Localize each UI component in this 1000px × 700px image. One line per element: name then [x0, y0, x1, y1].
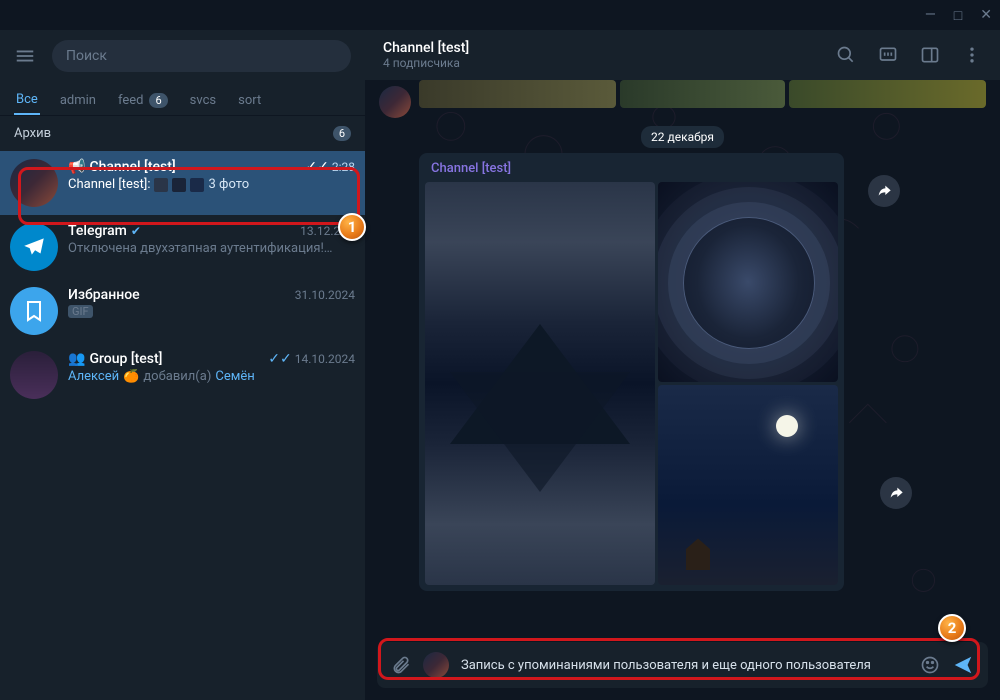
- read-check-icon: ✓✓: [305, 159, 328, 175]
- maximize-button[interactable]: □: [954, 7, 962, 24]
- folder-sort[interactable]: sort: [236, 86, 263, 115]
- minimize-button[interactable]: —: [925, 7, 936, 23]
- thumb-icon: [190, 178, 204, 192]
- input-avatar: [423, 652, 449, 678]
- chat-subtitle: 4 подписчика: [383, 56, 469, 70]
- chat-item-telegram[interactable]: Telegram ✔ 13.12.20… Отключена двухэтапн…: [0, 215, 365, 279]
- avatar: [10, 287, 58, 335]
- close-button[interactable]: ✕: [980, 7, 992, 23]
- folder-svcs[interactable]: svcs: [188, 86, 218, 115]
- message-avatar[interactable]: [379, 86, 411, 118]
- message-input[interactable]: [461, 658, 908, 673]
- chat-item-saved[interactable]: Избранное 31.10.2024 GIF: [0, 279, 365, 343]
- window-titlebar: — □ ✕: [0, 0, 1000, 30]
- share-icon[interactable]: [868, 175, 900, 207]
- search-input[interactable]: Поиск: [52, 40, 351, 72]
- chat-title: Channel [test]: [383, 40, 469, 56]
- folder-feed[interactable]: feed6: [116, 86, 170, 115]
- annotation-marker: 2: [938, 614, 966, 642]
- attach-icon[interactable]: [391, 655, 411, 675]
- folder-tabs: Все admin feed6 svcs sort: [0, 82, 365, 115]
- emoji-icon[interactable]: [920, 655, 940, 675]
- sidepanel-icon[interactable]: [920, 45, 940, 65]
- album-photo[interactable]: [425, 182, 655, 585]
- chat-item-channel[interactable]: 📢Channel [test] ✓✓ 2:28 Channel [test]: …: [0, 151, 365, 215]
- chat-main: Channel [test] 4 подписчика: [365, 30, 1000, 700]
- chat-header: Channel [test] 4 подписчика: [365, 30, 1000, 80]
- message-bubble: Channel [test]: [419, 153, 844, 591]
- avatar: [10, 159, 58, 207]
- read-check-icon: ✓✓: [268, 351, 291, 367]
- chat-list: 📢Channel [test] ✓✓ 2:28 Channel [test]: …: [0, 151, 365, 700]
- album-photo[interactable]: [658, 182, 838, 382]
- chat-item-group[interactable]: 👥 Group [test] ✓✓ 14.10.2024 Алексей 🍊 д…: [0, 343, 365, 407]
- group-icon: 👥: [68, 351, 85, 367]
- comments-icon[interactable]: [878, 45, 898, 65]
- megaphone-icon: 📢: [68, 159, 85, 175]
- sidebar: Поиск Все admin feed6 svcs sort Архив 6 …: [0, 30, 365, 700]
- menu-icon[interactable]: [14, 45, 38, 67]
- verified-icon: ✔: [131, 224, 141, 238]
- avatar: [10, 351, 58, 399]
- thumb-icon: [172, 178, 186, 192]
- date-separator: 22 декабря: [379, 126, 986, 145]
- folder-badge: 6: [149, 93, 167, 108]
- archive-badge: 6: [333, 126, 351, 141]
- thumb-icon: [154, 178, 168, 192]
- prev-album[interactable]: [419, 80, 986, 108]
- archive-row[interactable]: Архив 6: [0, 115, 365, 151]
- message-input-bar: [377, 642, 988, 688]
- chat-header-info[interactable]: Channel [test] 4 подписчика: [383, 40, 469, 70]
- photo-album[interactable]: [425, 182, 838, 585]
- annotation-marker: 1: [338, 213, 366, 241]
- more-icon[interactable]: [962, 45, 982, 65]
- folder-all[interactable]: Все: [14, 86, 40, 115]
- send-icon[interactable]: [952, 654, 974, 676]
- avatar: [10, 223, 58, 271]
- folder-admin[interactable]: admin: [58, 86, 98, 115]
- share-icon[interactable]: [880, 477, 912, 509]
- album-photo[interactable]: [658, 385, 838, 585]
- archive-label: Архив: [14, 126, 51, 141]
- search-icon[interactable]: [836, 45, 856, 65]
- message-sender[interactable]: Channel [test]: [425, 159, 838, 182]
- message-area: 22 декабря Channel [test]: [365, 80, 1000, 636]
